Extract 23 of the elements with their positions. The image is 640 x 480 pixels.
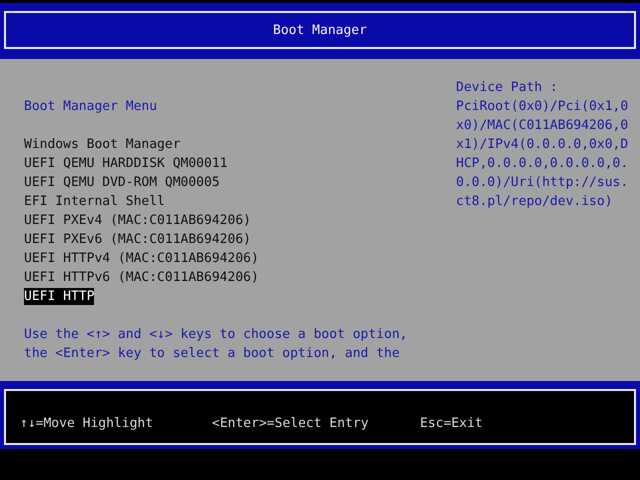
boot-option[interactable]: UEFI PXEv4 (MAC:C011AB694206) [24,212,251,229]
key-hint: Esc=Exit [420,416,483,430]
window-title: Boot Manager [273,22,367,38]
menu-heading: Boot Manager Menu [24,98,158,116]
device-path-heading: Device Path : [456,79,559,97]
help-text: the <Enter> key to select a boot option, and the [24,345,401,363]
boot-option[interactable]: Windows Boot Manager [24,136,181,153]
key-hint: <Enter>=Select Entry [212,416,370,430]
device-path-text: HCP,0.0.0.0,0.0.0.0,0. [456,155,628,173]
boot-option[interactable]: UEFI HTTPv4 (MAC:C011AB694206) [24,250,259,267]
device-path-text: PciRoot(0x0)/Pci(0x1,0 [456,98,628,116]
device-path-text: ct8.pl/repo/dev.iso) [456,193,614,211]
boot-option[interactable]: UEFI PXEv6 (MAC:C011AB694206) [24,231,251,248]
boot-option[interactable]: UEFI QEMU DVD-ROM QM00005 [24,174,220,191]
boot-option[interactable]: UEFI HTTPv6 (MAC:C011AB694206) [24,269,259,286]
device-path-text: x1)/IPv4(0.0.0.0,0x0,D [456,136,628,154]
device-path-text: x0)/MAC(C011AB694206,0 [456,117,628,135]
key-hint: ↑↓=Move Highlight [20,416,154,430]
device-path-text: 0.0.0)/Uri(http://sus. [456,174,628,192]
boot-option[interactable]: EFI Internal Shell [24,193,165,210]
help-text: Use the <↑> and <↓> keys to choose a boot option, [24,326,409,344]
boot-option[interactable]: UEFI HTTP [24,288,94,305]
boot-option[interactable]: UEFI QEMU HARDDISK QM00011 [24,155,228,172]
